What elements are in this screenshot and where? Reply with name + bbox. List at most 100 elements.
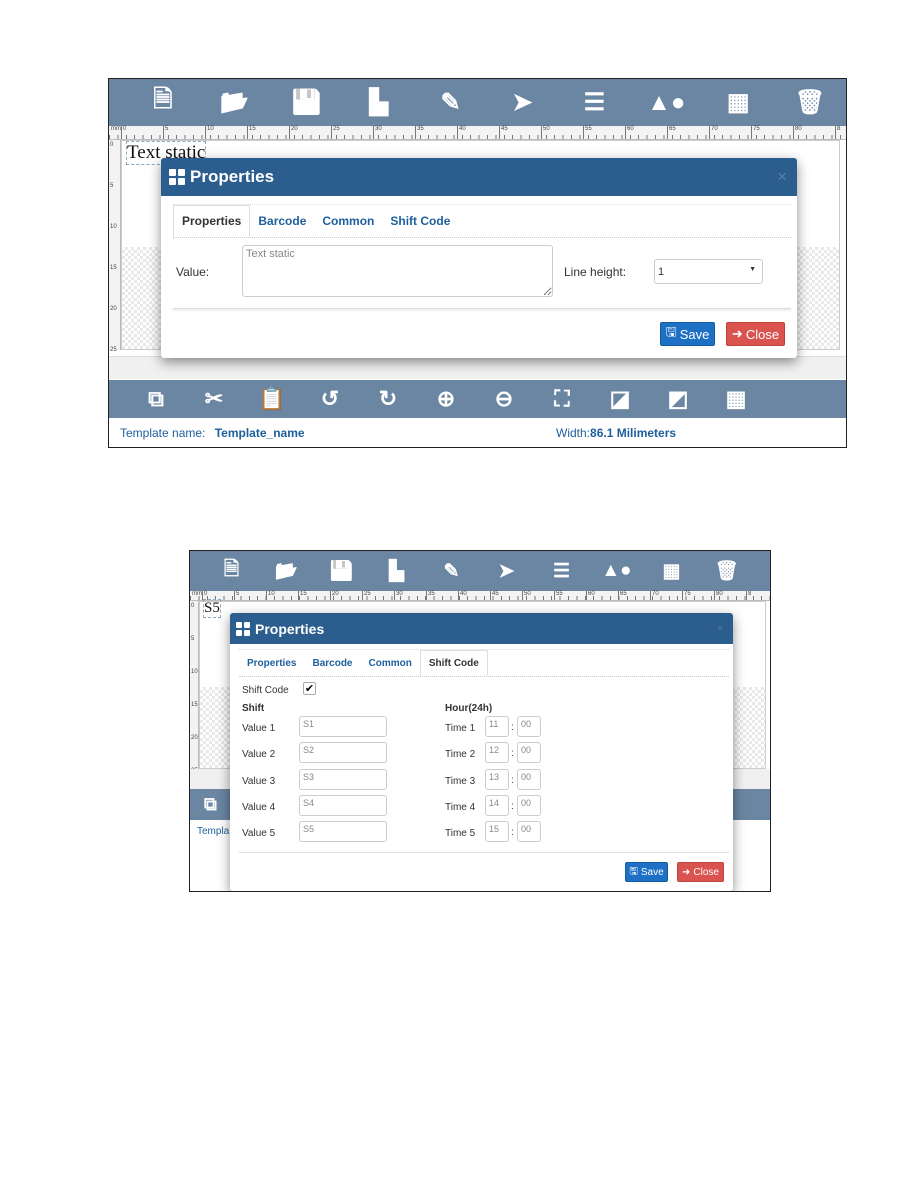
hour-input[interactable]: 11 xyxy=(485,716,509,737)
open-folder-icon[interactable]: 📂 xyxy=(199,88,271,117)
shift-value-input[interactable]: S4 xyxy=(299,794,387,816)
tab-barcode[interactable]: Barcode xyxy=(250,205,314,237)
screenshot-shift-code: 🗎 📂 💾 ▙ ✎ ➤ ☰ ▲● ▦ 🗑 mm 0 5 10 15 20 25 30 35 40 45 50 55 60 65… xyxy=(189,550,771,892)
tab-properties[interactable]: Properties xyxy=(239,650,304,676)
redo-icon[interactable]: ↻ xyxy=(359,386,417,412)
modal-close-x[interactable]: × xyxy=(717,623,723,634)
ruler-tick-label: 55 xyxy=(583,126,592,139)
modal-close-x[interactable]: × xyxy=(777,167,787,187)
template-name-label: Template name: xyxy=(120,426,206,440)
time-colon: : xyxy=(511,748,514,760)
ruler-tick-label: 25 xyxy=(331,126,340,139)
zoom-out-icon[interactable]: ⊖ xyxy=(475,386,533,412)
close-button[interactable]: ➜ Close xyxy=(726,322,785,346)
tab-properties[interactable]: Properties xyxy=(173,205,251,237)
ruler-tick-label: 25 xyxy=(110,347,117,353)
save-button[interactable]: 🖫 Save xyxy=(660,322,715,346)
line-height-select[interactable]: 1 ▼ xyxy=(654,259,763,284)
ruler-tick-label: 35 xyxy=(415,126,424,139)
cut-icon[interactable]: ✂ xyxy=(185,386,243,412)
hour-input[interactable]: 13 xyxy=(485,768,509,790)
ruler-tick-label: 30 xyxy=(394,591,403,600)
bring-front-icon[interactable]: ◩ xyxy=(649,386,707,412)
time-colon: : xyxy=(511,774,514,786)
send-back-icon[interactable]: ◪ xyxy=(591,386,649,412)
minute-input[interactable]: 00 xyxy=(517,794,541,816)
tab-barcode[interactable]: Barcode xyxy=(304,650,360,676)
minute-input[interactable]: 00 xyxy=(517,768,541,790)
tab-shift-code[interactable]: Shift Code xyxy=(419,650,488,676)
shift-value-input[interactable]: S5 xyxy=(299,821,387,843)
close-label: Close xyxy=(693,866,719,878)
grid-icon xyxy=(169,169,185,185)
save-button[interactable]: 🖫 Save xyxy=(625,862,668,882)
ruler-tick-label: 80 xyxy=(793,126,802,139)
edit-icon[interactable]: ✎ xyxy=(415,88,487,117)
undo-icon[interactable]: ↺ xyxy=(301,386,359,412)
ruler-tick-label: 45 xyxy=(490,591,499,600)
open-folder-icon[interactable]: 📂 xyxy=(259,559,314,583)
copy-icon[interactable]: ⧉ xyxy=(204,794,217,815)
canvas-text-element[interactable]: S5 xyxy=(203,599,221,618)
value-label: Value: xyxy=(176,265,210,279)
trash-icon[interactable]: 🗑 xyxy=(774,88,846,117)
ruler-tick-label: 55 xyxy=(554,591,563,600)
shapes-icon[interactable]: ▲● xyxy=(589,560,644,582)
shift-value-input[interactable]: S3 xyxy=(299,768,387,790)
time-colon: : xyxy=(511,827,514,839)
time-label: Time 4 xyxy=(445,801,476,813)
ruler-tick-label: 10 xyxy=(110,224,117,230)
tab-shift-code[interactable]: Shift Code xyxy=(382,205,458,237)
list-icon[interactable]: ☰ xyxy=(534,560,589,583)
tab-common[interactable]: Common xyxy=(314,205,382,237)
hour-input[interactable]: 12 xyxy=(485,742,509,764)
save-as-icon[interactable]: ▙ xyxy=(343,88,415,117)
floppy-icon: 🖫 xyxy=(665,324,677,339)
save-icon[interactable]: 💾 xyxy=(271,88,343,117)
shift-code-checkbox[interactable]: ✔ xyxy=(303,682,316,695)
top-toolbar: 🗎 📂 💾 ▙ ✎ ➤ ☰ ▲● ▦ 🗑 xyxy=(190,551,770,591)
fit-icon[interactable]: ⛶ xyxy=(533,386,591,412)
zoom-in-icon[interactable]: ⊕ xyxy=(417,386,475,412)
ruler-tick-label: 5 xyxy=(110,183,114,189)
ruler-tick-label: 35 xyxy=(426,591,435,600)
property-tabs: Properties Barcode Common Shift Code xyxy=(173,204,791,238)
copy-icon[interactable]: ⧉ xyxy=(127,386,185,412)
minute-input[interactable]: 00 xyxy=(517,742,541,764)
shift-value-input[interactable]: S1 xyxy=(299,716,387,737)
minute-input[interactable]: 00 xyxy=(517,821,541,843)
pointer-icon[interactable]: ➤ xyxy=(479,560,534,583)
save-icon[interactable]: 💾 xyxy=(314,559,369,583)
hour-input[interactable]: 15 xyxy=(485,821,509,843)
calculator-icon[interactable]: ▦ xyxy=(702,88,774,117)
hour-input[interactable]: 14 xyxy=(485,794,509,816)
calculator-icon[interactable]: ▦ xyxy=(644,560,699,583)
screenshot-text-properties: 🗎 📂 💾 ▙ ✎ ➤ ☰ ▲● ▦ 🗑 mm 0 5 10 15 20 25 30 35 40 45 50 55 60 65… xyxy=(108,78,847,448)
property-tabs: Properties Barcode Common Shift Code xyxy=(239,649,729,677)
pointer-icon[interactable]: ➤ xyxy=(487,88,559,117)
time-label: Time 2 xyxy=(445,749,476,761)
hour-heading: Hour(24h) xyxy=(445,703,493,714)
ruler-tick-label: 20 xyxy=(191,735,198,741)
tab-common[interactable]: Common xyxy=(360,650,419,676)
shapes-icon[interactable]: ▲● xyxy=(630,89,702,117)
line-height-label: Line height: xyxy=(564,265,627,279)
paste-icon[interactable]: 📋 xyxy=(243,386,301,412)
ruler-tick-label: 45 xyxy=(499,126,508,139)
new-file-icon[interactable]: 🗎 xyxy=(127,82,199,123)
ruler-tick-label: 75 xyxy=(682,591,691,600)
edit-icon[interactable]: ✎ xyxy=(424,560,479,583)
save-label: Save xyxy=(679,326,710,342)
ruler-tick-label: 0 xyxy=(110,142,114,148)
value-textarea[interactable]: Text static xyxy=(242,245,553,297)
grid-icon[interactable]: ▦ xyxy=(707,386,765,412)
shift-value-label: Value 1 xyxy=(242,723,276,734)
close-button[interactable]: ➜ Close xyxy=(677,862,724,882)
new-file-icon[interactable]: 🗎 xyxy=(204,555,259,587)
bottom-toolbar: ⧉ ✂ 📋 ↺ ↻ ⊕ ⊖ ⛶ ◪ ◩ ▦ xyxy=(109,380,846,418)
minute-input[interactable]: 00 xyxy=(517,716,541,737)
list-icon[interactable]: ☰ xyxy=(558,88,630,117)
shift-value-input[interactable]: S2 xyxy=(299,742,387,764)
trash-icon[interactable]: 🗑 xyxy=(699,559,754,583)
save-as-icon[interactable]: ▙ xyxy=(369,560,424,583)
